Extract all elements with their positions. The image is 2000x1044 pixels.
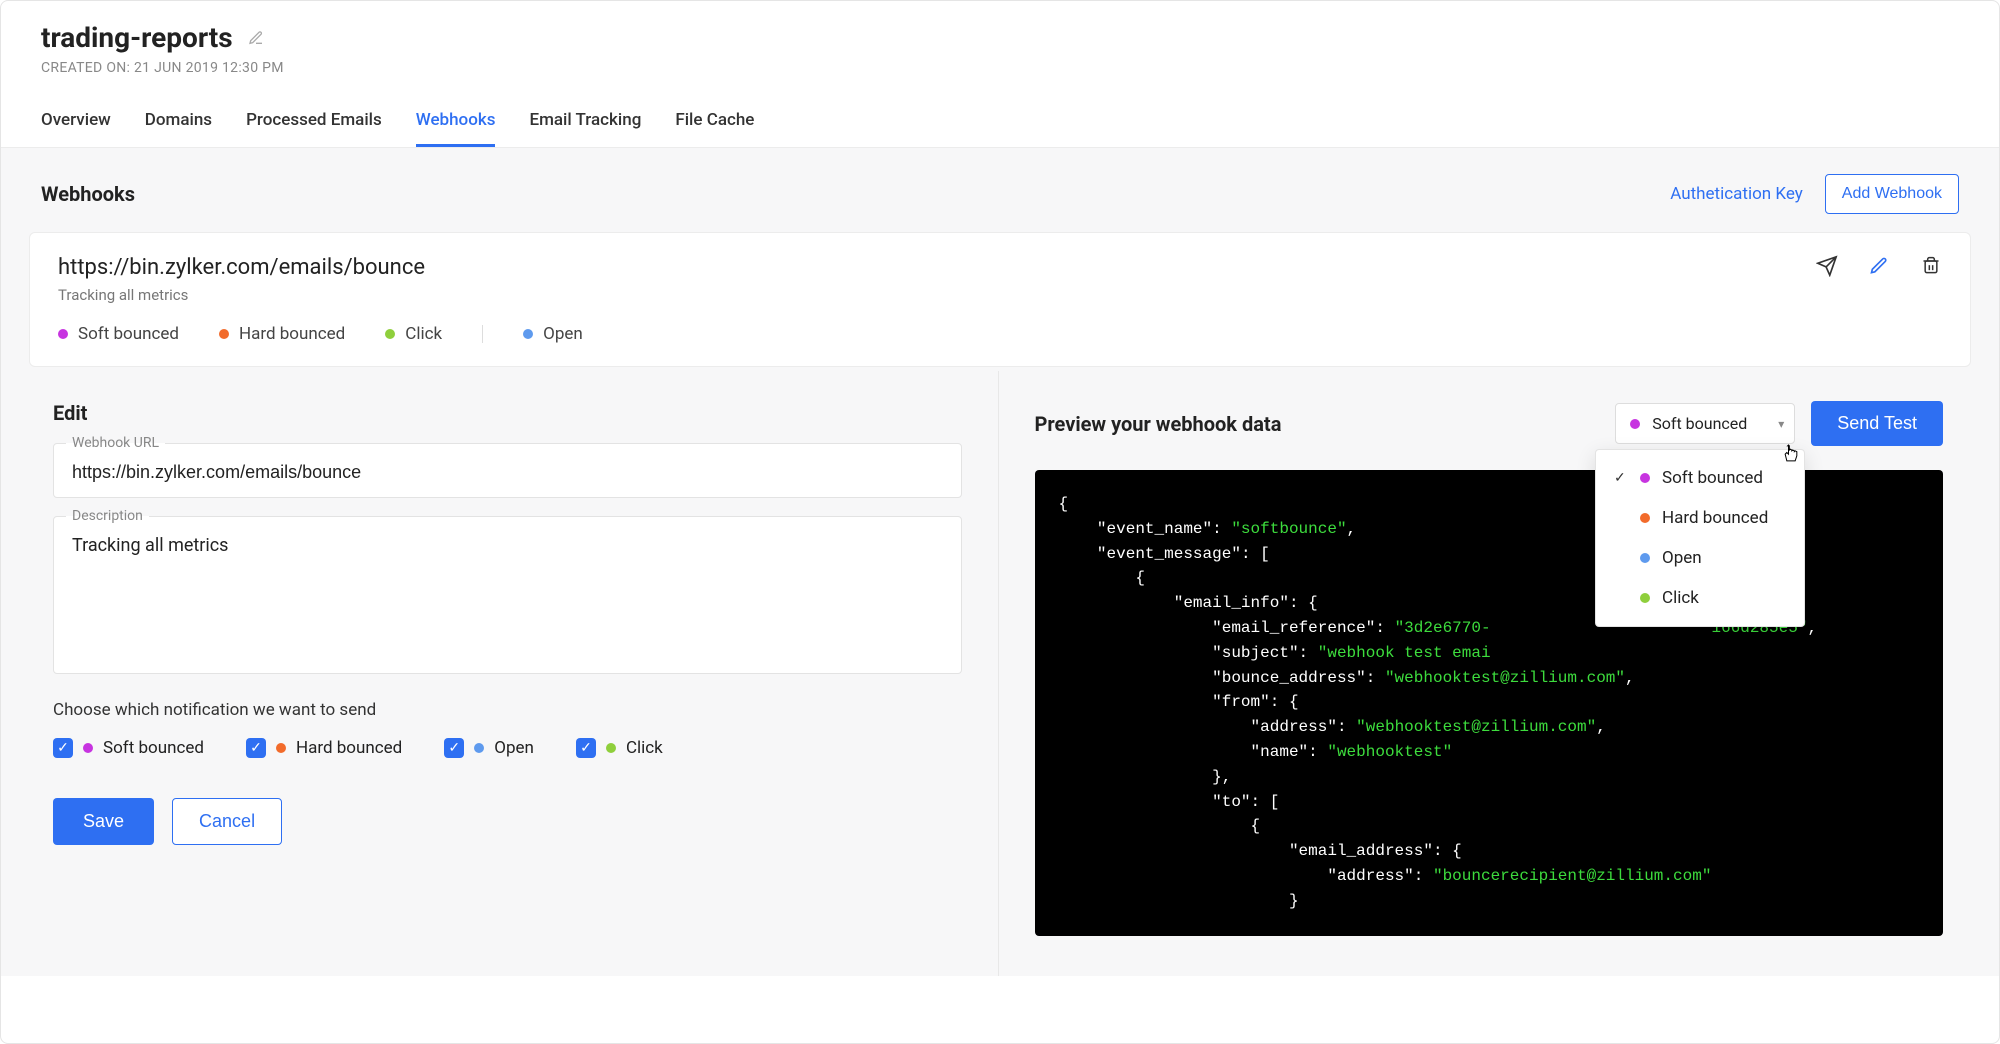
dot-icon: [474, 743, 484, 753]
checkbox[interactable]: ✓: [246, 738, 266, 758]
notification-check-item: ✓ Open: [444, 738, 534, 758]
divider: [482, 325, 483, 343]
check-label: Open: [494, 738, 534, 758]
send-icon[interactable]: [1816, 255, 1838, 277]
preview-title: Preview your webhook data: [1035, 412, 1282, 436]
description-field-label: Description: [66, 508, 149, 524]
notification-check-item: ✓ Soft bounced: [53, 738, 204, 758]
page-title: trading-reports: [41, 21, 233, 54]
dot-icon: [1630, 419, 1640, 429]
dot-icon: [523, 329, 533, 339]
option-label: Hard bounced: [1662, 508, 1768, 528]
url-field-label: Webhook URL: [66, 435, 165, 451]
option-label: Open: [1662, 548, 1702, 568]
event-type-dropdown[interactable]: Soft bounced ▾: [1615, 403, 1795, 444]
metric-label: Soft bounced: [78, 324, 179, 344]
dropdown-option[interactable]: Open: [1596, 538, 1804, 578]
check-label: Hard bounced: [296, 738, 402, 758]
dot-icon: [83, 743, 93, 753]
checkbox[interactable]: ✓: [576, 738, 596, 758]
dot-icon: [58, 329, 68, 339]
save-button[interactable]: Save: [53, 798, 154, 845]
edit-title-icon[interactable]: [245, 27, 267, 49]
tab-overview[interactable]: Overview: [41, 100, 111, 147]
section-title: Webhooks: [41, 182, 135, 206]
metric-item: Open: [523, 324, 583, 344]
option-label: Click: [1662, 588, 1699, 608]
metric-label: Click: [405, 324, 442, 344]
tab-domains[interactable]: Domains: [145, 100, 212, 147]
check-label: Click: [626, 738, 663, 758]
checkbox[interactable]: ✓: [53, 738, 73, 758]
dropdown-option[interactable]: ✓ Soft bounced: [1596, 458, 1804, 498]
webhook-url-input[interactable]: [72, 462, 943, 483]
dot-icon: [219, 329, 229, 339]
event-type-dropdown-menu: ✓ Soft bounced Hard bounced Open Click: [1595, 449, 1805, 627]
delete-icon[interactable]: [1920, 255, 1942, 277]
dot-icon: [606, 743, 616, 753]
tab-processed-emails[interactable]: Processed Emails: [246, 100, 382, 147]
choose-notification-label: Choose which notification we want to sen…: [53, 700, 962, 720]
tabs-nav: Overview Domains Processed Emails Webhooks E…: [1, 100, 1999, 148]
metric-item: Click: [385, 324, 442, 344]
webhook-url-text: https://bin.zylker.com/emails/bounce: [58, 255, 1942, 280]
description-input[interactable]: [72, 535, 943, 655]
dot-icon: [1640, 513, 1650, 523]
tab-email-tracking[interactable]: Email Tracking: [529, 100, 641, 147]
dot-icon: [1640, 553, 1650, 563]
dot-icon: [1640, 593, 1650, 603]
send-test-button[interactable]: Send Test: [1811, 401, 1943, 446]
webhook-card: https://bin.zylker.com/emails/bounce Tra…: [29, 232, 1971, 367]
metric-item: Hard bounced: [219, 324, 345, 344]
json-preview: { "event_name": "softbounce", "event_mes…: [1035, 470, 1944, 936]
option-label: Soft bounced: [1662, 468, 1763, 488]
notification-check-item: ✓ Hard bounced: [246, 738, 402, 758]
check-label: Soft bounced: [103, 738, 204, 758]
check-icon: ✓: [1614, 470, 1628, 486]
notification-check-item: ✓ Click: [576, 738, 663, 758]
created-on-label: CREATED ON: 21 JUN 2019 12:30 PM: [41, 60, 1959, 76]
cancel-button[interactable]: Cancel: [172, 798, 282, 845]
metric-label: Hard bounced: [239, 324, 345, 344]
add-webhook-button[interactable]: Add Webhook: [1825, 174, 1959, 214]
authentication-key-link[interactable]: Authetication Key: [1670, 184, 1803, 204]
edit-icon[interactable]: [1868, 255, 1890, 277]
tab-file-cache[interactable]: File Cache: [675, 100, 754, 147]
edit-heading: Edit: [53, 401, 962, 425]
tab-webhooks[interactable]: Webhooks: [416, 100, 496, 147]
chevron-down-icon: ▾: [1778, 417, 1784, 431]
dropdown-option[interactable]: Hard bounced: [1596, 498, 1804, 538]
checkbox[interactable]: ✓: [444, 738, 464, 758]
dot-icon: [1640, 473, 1650, 483]
webhook-desc-text: Tracking all metrics: [58, 286, 1942, 304]
dot-icon: [385, 329, 395, 339]
dropdown-option[interactable]: Click: [1596, 578, 1804, 618]
metric-label: Open: [543, 324, 583, 344]
metric-item: Soft bounced: [58, 324, 179, 344]
dot-icon: [276, 743, 286, 753]
dropdown-selected-label: Soft bounced: [1652, 414, 1747, 433]
